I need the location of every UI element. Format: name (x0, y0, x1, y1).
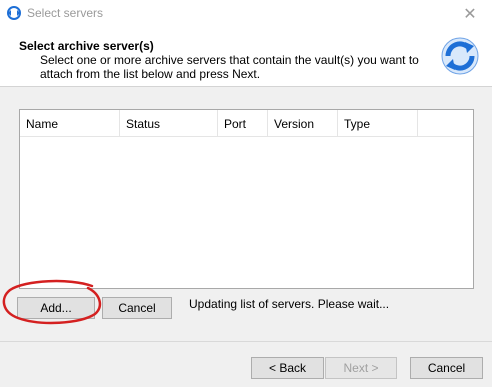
wizard-header: Select archive server(s) Select one or m… (0, 28, 492, 87)
app-refresh-icon (7, 6, 21, 20)
close-button[interactable]: ✕ (450, 0, 490, 28)
cancel-button[interactable]: Cancel (410, 357, 483, 379)
refresh-arrows-icon (441, 37, 479, 75)
header-title: Select archive server(s) (19, 39, 154, 53)
server-list[interactable]: Name Status Port Version Type (19, 109, 474, 289)
next-button[interactable]: Next > (325, 357, 397, 379)
column-port[interactable]: Port (218, 110, 268, 136)
back-button[interactable]: < Back (251, 357, 324, 379)
cancel-update-button[interactable]: Cancel (102, 297, 172, 319)
title-bar: Select servers ✕ (0, 0, 492, 28)
window-title: Select servers (27, 6, 104, 20)
column-name[interactable]: Name (20, 110, 120, 136)
column-status[interactable]: Status (120, 110, 218, 136)
status-message: Updating list of servers. Please wait... (189, 297, 390, 311)
column-version[interactable]: Version (268, 110, 338, 136)
list-header: Name Status Port Version Type (20, 110, 473, 137)
annotation-circle (2, 279, 102, 325)
column-type[interactable]: Type (338, 110, 418, 136)
close-icon: ✕ (463, 6, 477, 23)
dialog-window: Select servers ✕ Select archive server(s… (0, 0, 492, 387)
column-extra[interactable] (418, 110, 473, 136)
header-description: Select one or more archive servers that … (40, 53, 419, 81)
footer-separator (0, 341, 492, 342)
